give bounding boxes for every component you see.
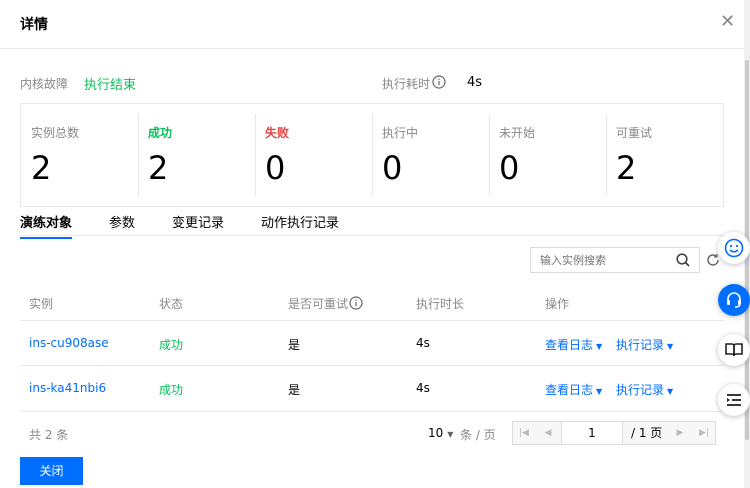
column-header-instance: 实例 <box>29 297 54 311</box>
outline-menu-icon[interactable] <box>718 384 750 416</box>
close-icon[interactable]: ✕ <box>720 12 735 32</box>
caret-down-icon: ▼ <box>596 387 603 396</box>
page-number-input[interactable]: 1 <box>561 422 623 444</box>
search-icon[interactable] <box>675 252 691 272</box>
page-size-value: 10 <box>428 426 444 440</box>
status-text: 成功 <box>159 383 184 397</box>
caret-down-icon: ▼ <box>667 387 674 396</box>
exec-record-link[interactable]: 执行记录 ▼ <box>616 381 673 398</box>
book-icon[interactable] <box>718 334 750 366</box>
stat-value: 0 <box>499 149 520 187</box>
stat-value: 2 <box>31 149 52 187</box>
fault-status: 执行结束 <box>84 78 137 93</box>
status-text: 成功 <box>159 338 184 352</box>
stat-total: 实例总数 2 <box>21 104 138 206</box>
exec-record-label: 执行记录 <box>616 338 665 352</box>
total-pages: / 1 页 <box>631 426 663 440</box>
retryable-text: 是 <box>288 383 301 397</box>
stat-label: 实例总数 <box>31 126 80 140</box>
exec-record-label: 执行记录 <box>616 383 665 397</box>
stat-failed: 失败 0 <box>255 104 372 206</box>
stat-retryable: 可重试 2 <box>606 104 723 206</box>
view-log-link[interactable]: 查看日志 ▼ <box>545 336 602 353</box>
stat-label: 可重试 <box>616 126 653 140</box>
stat-label: 未开始 <box>499 126 536 140</box>
prev-page-icon[interactable]: ◀ <box>537 422 559 444</box>
stat-success: 成功 2 <box>138 104 255 206</box>
search-input[interactable] <box>531 248 680 272</box>
table-row: ins-ka41nbi6 成功 是 4s 查看日志 ▼ 执行记录 ▼ <box>20 365 724 410</box>
view-log-label: 查看日志 <box>545 338 594 352</box>
info-icon[interactable] <box>349 295 363 314</box>
duration-text: 4s <box>416 336 430 350</box>
info-icon[interactable] <box>432 74 446 93</box>
instance-link[interactable]: ins-ka41nbi6 <box>29 381 106 395</box>
stat-value: 0 <box>265 149 286 187</box>
duration-label: 执行耗时 <box>382 77 431 91</box>
fault-label: 内核故障 <box>20 77 69 91</box>
stat-label: 失败 <box>265 126 290 140</box>
caret-down-icon: ▼ <box>667 342 674 351</box>
tab-divider <box>20 235 724 236</box>
stats-panel: 实例总数 2 成功 2 失败 0 执行中 0 未开始 0 可重试 2 <box>20 103 724 207</box>
page-size-select[interactable]: 10 ▼ <box>428 426 453 440</box>
column-header-actions: 操作 <box>545 297 570 311</box>
header-divider <box>0 48 744 49</box>
stat-value: 2 <box>616 149 637 187</box>
caret-down-icon: ▼ <box>596 342 603 351</box>
smile-icon[interactable] <box>718 232 750 264</box>
instance-link[interactable]: ins-cu908ase <box>29 336 109 350</box>
column-header-retryable: 是否可重试 <box>288 297 349 311</box>
column-header-duration: 执行时长 <box>416 297 465 311</box>
pager: |◀ ◀ 1 / 1 页 ▶ ▶| <box>512 421 716 445</box>
support-headset-icon[interactable] <box>718 284 750 316</box>
stat-label: 成功 <box>148 126 173 140</box>
stat-value: 0 <box>382 149 403 187</box>
stat-value: 2 <box>148 149 169 187</box>
retryable-text: 是 <box>288 338 301 352</box>
stat-label: 执行中 <box>382 126 419 140</box>
table-bottom-divider <box>20 411 724 412</box>
duration-text: 4s <box>416 381 430 395</box>
close-button[interactable]: 关闭 <box>20 457 83 485</box>
first-page-icon[interactable]: |◀ <box>513 422 535 444</box>
last-page-icon[interactable]: ▶| <box>693 422 715 444</box>
view-log-label: 查看日志 <box>545 383 594 397</box>
next-page-icon[interactable]: ▶ <box>669 422 691 444</box>
search-box <box>530 247 700 273</box>
exec-record-link[interactable]: 执行记录 ▼ <box>616 336 673 353</box>
dialog-title: 详情 <box>20 17 48 33</box>
stat-running: 执行中 0 <box>372 104 489 206</box>
view-log-link[interactable]: 查看日志 ▼ <box>545 381 602 398</box>
per-page-label: 条 / 页 <box>460 428 496 442</box>
table-row: ins-cu908ase 成功 是 4s 查看日志 ▼ 执行记录 ▼ <box>20 320 724 365</box>
total-count: 共 2 条 <box>29 428 69 442</box>
column-header-status: 状态 <box>159 297 184 311</box>
stat-not-started: 未开始 0 <box>489 104 606 206</box>
duration-value: 4s <box>467 75 483 90</box>
caret-down-icon: ▼ <box>447 430 454 439</box>
refresh-icon[interactable] <box>705 252 721 272</box>
